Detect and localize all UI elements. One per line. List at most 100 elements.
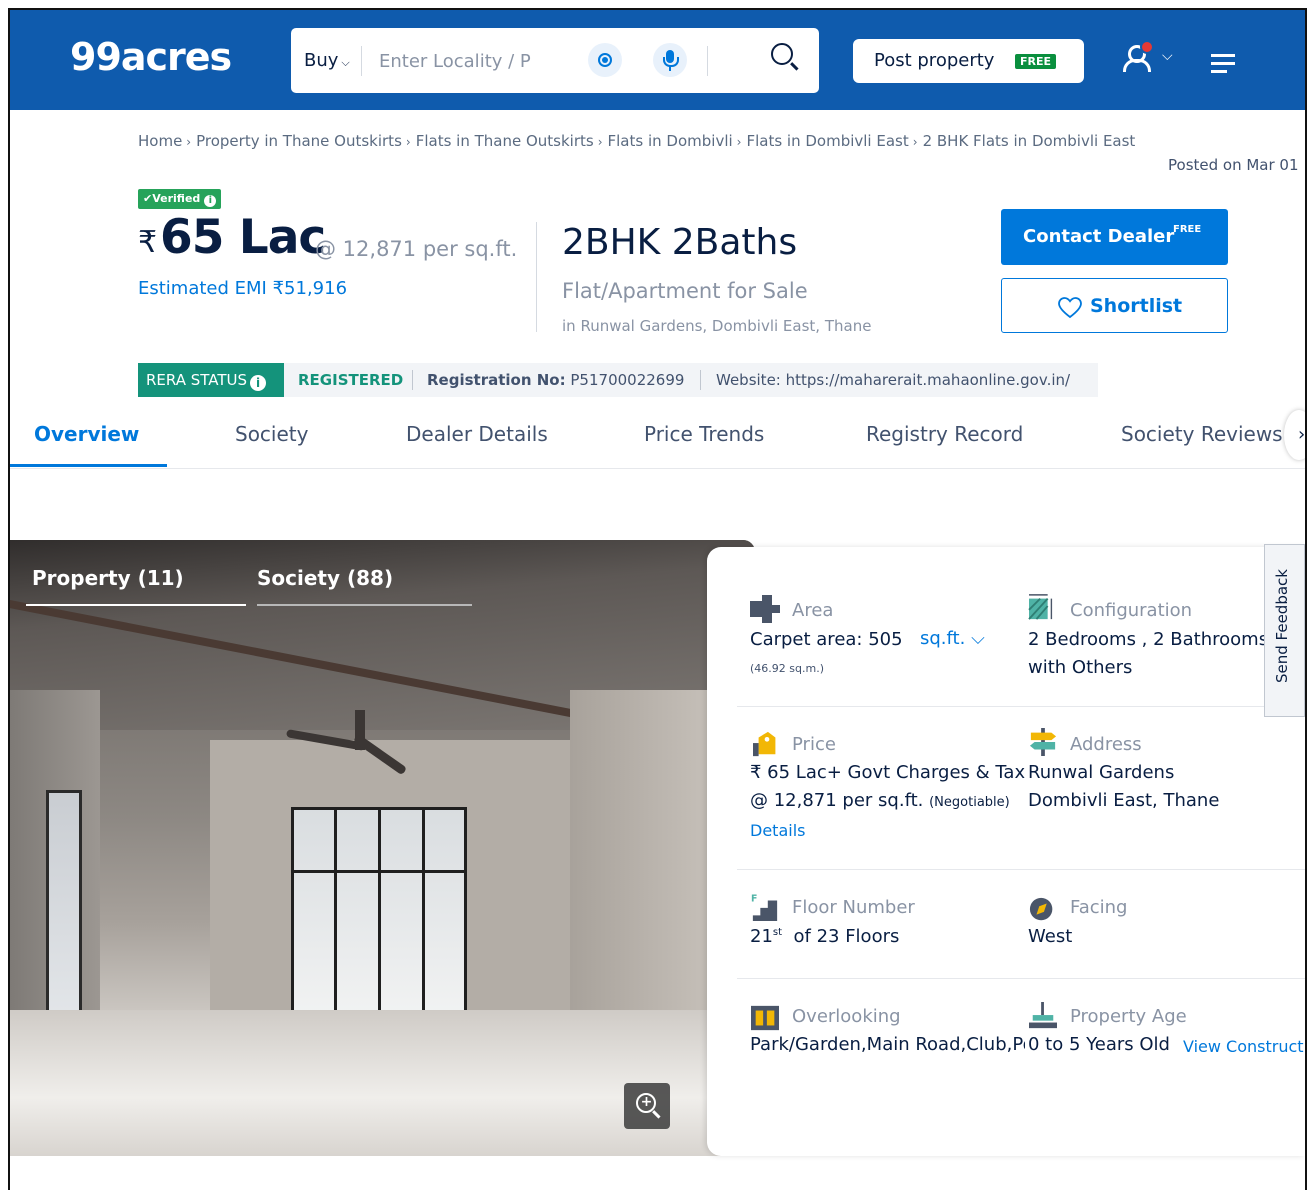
locality-search-input[interactable] [377, 44, 551, 78]
floor-label: Floor Number [792, 897, 915, 918]
gallery-tab-property[interactable]: Property (11) [32, 566, 184, 590]
chevron-down-icon[interactable]: ⌵ [1162, 48, 1173, 64]
area-unit-dropdown[interactable]: sq.ft. ⌵ [920, 628, 985, 649]
property-age-value: 0 to 5 Years Old [1028, 1034, 1170, 1055]
shortlist-button[interactable]: Shortlist [1001, 278, 1228, 333]
divider [412, 370, 413, 390]
contact-dealer-button[interactable]: Contact Dealer FREE [1001, 209, 1228, 265]
divider [737, 978, 1305, 979]
configuration-extra: with Others [1028, 657, 1133, 678]
rera-status-badge: RERA STATUS i [138, 363, 284, 397]
price-details-link[interactable]: Details [750, 821, 805, 840]
tab-overview[interactable]: Overview [34, 422, 139, 446]
divider [737, 869, 1305, 870]
price-tag-icon [753, 731, 776, 757]
active-gallery-tab-indicator [26, 604, 246, 606]
property-age-icon [1029, 1002, 1057, 1029]
registration-label: Registration No: [427, 371, 566, 389]
negotiable-tag: (Negotiable) [929, 795, 1010, 810]
svg-text:F: F [751, 893, 757, 904]
floor-stairs-icon: F [751, 893, 778, 921]
divider [361, 46, 362, 76]
posted-date: Posted on Mar 01 [1168, 156, 1299, 174]
registration-number: Registration No: P51700022699 [427, 363, 684, 397]
breadcrumb-link[interactable]: Flats in Dombivli [608, 132, 733, 150]
menu-icon[interactable] [1211, 54, 1239, 74]
configuration-value: 2 Bedrooms , 2 Bathrooms [1028, 629, 1269, 650]
buy-label: Buy [304, 50, 339, 71]
breadcrumb-link[interactable]: Home [138, 132, 182, 150]
zoom-in-button[interactable]: + [624, 1083, 670, 1129]
section-tabs: Overview Society Dealer Details Price Tr… [10, 410, 1305, 469]
tab-society-reviews[interactable]: Society Reviews [1121, 422, 1283, 446]
info-icon[interactable]: i [204, 195, 217, 207]
post-property-button[interactable]: Post property FREE [853, 39, 1084, 83]
notification-dot [1140, 40, 1154, 54]
overlooking-window-icon [751, 1005, 779, 1031]
free-badge: FREE [1015, 54, 1057, 69]
address-label: Address [1070, 734, 1142, 755]
price-rate: @ 12,871 per sq.ft. [750, 790, 924, 811]
floor-number: 21 [750, 926, 773, 947]
address-line1: Runwal Gardens [1028, 762, 1175, 783]
property-title: 2BHK 2Baths [562, 222, 798, 263]
floor-suffix: st [772, 927, 783, 938]
price-per-sqft: @ 12,871 per sq.ft. [315, 237, 518, 261]
configuration-icon [1028, 594, 1053, 620]
heart-icon [1058, 297, 1082, 319]
divider [700, 370, 701, 390]
total-floors: of 23 Floors [793, 926, 900, 947]
property-details-card: Area Carpet area: 505 sq.ft. ⌵ (46.92 sq… [707, 547, 1305, 1156]
send-feedback-label: Send Feedback [1273, 569, 1291, 683]
estimated-emi-link[interactable]: Estimated EMI ₹51,916 [138, 278, 347, 299]
rera-website: Website: https://maharerait.mahaonline.g… [716, 371, 1071, 389]
microphone-icon[interactable] [653, 43, 687, 77]
active-tab-indicator [10, 464, 167, 467]
area-sqm: (46.92 sq.m.) [750, 662, 824, 675]
property-type: Flat/Apartment for Sale [562, 279, 808, 303]
compass-icon [1029, 897, 1053, 921]
chevron-down-icon: ⌵ [341, 56, 350, 69]
location-target-icon[interactable] [588, 43, 622, 77]
rera-info-strip: REGISTERED Registration No: P51700022699… [284, 363, 1098, 397]
property-photo-gallery[interactable]: Property (11) Society (88) + [10, 540, 755, 1156]
site-logo[interactable]: 99acres [70, 35, 232, 79]
overlooking-value: Park/Garden,Main Road,Club,Pool,Others [750, 1034, 1025, 1055]
info-icon[interactable]: i [250, 375, 267, 391]
free-badge: FREE [1173, 224, 1202, 235]
property-location: in Runwal Gardens, Dombivli East, Thane [562, 317, 872, 335]
user-account-icon[interactable] [1120, 40, 1154, 72]
tab-registry-record[interactable]: Registry Record [866, 422, 1023, 446]
post-property-label: Post property [874, 50, 995, 71]
address-signpost-icon [1029, 728, 1057, 756]
buy-dropdown[interactable]: Buy ⌵ [304, 50, 350, 71]
facing-value: West [1028, 926, 1073, 947]
price: 65 Lac [160, 210, 326, 265]
configuration-label: Configuration [1070, 600, 1193, 621]
breadcrumb-link[interactable]: Flats in Thane Outskirts [416, 132, 594, 150]
area-label: Area [792, 600, 834, 621]
verified-label: Verified [152, 192, 201, 205]
gallery-tab-society[interactable]: Society (88) [257, 566, 393, 590]
facing-label: Facing [1070, 897, 1128, 918]
breadcrumb: Home › Property in Thane Outskirts › Flats i… [138, 132, 1136, 150]
tab-dealer-details[interactable]: Dealer Details [406, 422, 548, 446]
breadcrumb-link[interactable]: Flats in Dombivli East [746, 132, 908, 150]
divider [536, 222, 537, 332]
view-construction-link[interactable]: View Construction [1183, 1037, 1305, 1056]
tab-price-trends[interactable]: Price Trends [644, 422, 764, 446]
tab-society[interactable]: Society [235, 422, 308, 446]
room-window [291, 807, 467, 1024]
floor-value: 21st of 23 Floors [750, 926, 899, 947]
search-bar: Buy ⌵ [291, 28, 819, 93]
address-line2: Dombivli East, Thane [1028, 790, 1220, 811]
chevron-down-icon: ⌵ [971, 628, 985, 649]
currency-symbol: ₹ [138, 225, 158, 260]
breadcrumb-link[interactable]: Property in Thane Outskirts [196, 132, 402, 150]
property-age-label: Property Age [1070, 1006, 1187, 1027]
divider [707, 46, 708, 76]
send-feedback-tab[interactable]: Send Feedback [1264, 544, 1305, 717]
price-value: ₹ 65 Lac+ Govt Charges & Tax [750, 762, 1026, 783]
chevron-right-icon[interactable]: › [1284, 410, 1305, 460]
breadcrumb-link[interactable]: 2 BHK Flats in Dombivli East [923, 132, 1136, 150]
